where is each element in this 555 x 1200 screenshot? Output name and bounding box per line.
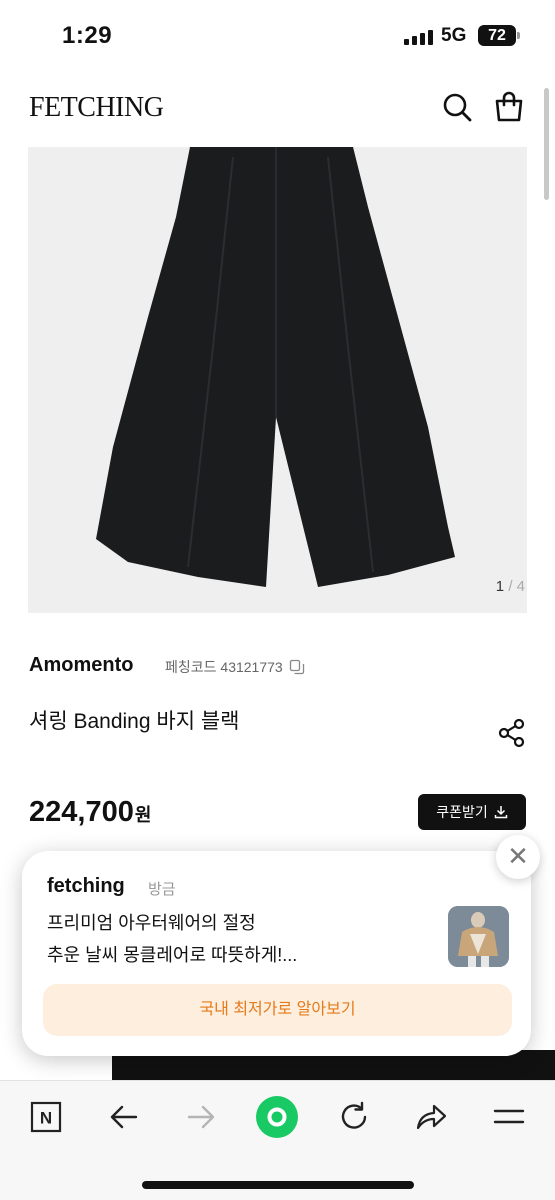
- share-icon: [498, 718, 525, 748]
- back-button[interactable]: [104, 1097, 144, 1137]
- share-arrow-icon: [416, 1104, 447, 1130]
- share-button[interactable]: [495, 716, 529, 750]
- naver-n-label: N: [40, 1109, 52, 1128]
- product-title: 셔링 Banding 바지 블랙: [29, 710, 240, 733]
- coupon-label: 쿠폰받기: [436, 804, 488, 820]
- push-notification-card[interactable]: fetching 방금 프리미엄 아우터웨어의 절정 추운 날씨 몽클레어로 따…: [22, 851, 531, 1056]
- product-image-carousel[interactable]: 1 / 4: [28, 147, 527, 613]
- price-currency: 원: [134, 805, 152, 825]
- home-indicator: [142, 1181, 414, 1189]
- status-bar: 1:29 5G 72: [0, 0, 555, 78]
- notification-close-button[interactable]: ✕: [496, 835, 540, 879]
- notification-cta-button[interactable]: 국내 최저가로 알아보기: [43, 984, 512, 1036]
- refresh-icon: [341, 1101, 367, 1129]
- share-page-button[interactable]: [411, 1097, 451, 1137]
- search-icon: [443, 93, 472, 122]
- forward-arrow-icon: [187, 1105, 215, 1129]
- download-icon: [494, 806, 508, 819]
- brand-name[interactable]: Amomento: [29, 654, 133, 677]
- image-counter: 1 / 4: [496, 578, 525, 595]
- notification-headline: 프리미엄 아우터웨어의 절정: [47, 913, 256, 933]
- product-code-label: 페칭코드 43121773: [165, 659, 283, 675]
- naver-home-button[interactable]: N: [26, 1097, 66, 1137]
- notification-app-name: fetching: [47, 875, 125, 897]
- product-pants-image: [96, 147, 455, 587]
- refresh-button[interactable]: [334, 1097, 374, 1137]
- coupon-button[interactable]: 쿠폰받기: [418, 794, 526, 830]
- naver-n-icon: N: [30, 1101, 62, 1133]
- cart-button[interactable]: [492, 90, 526, 124]
- notification-thumbnail: [448, 906, 509, 967]
- product-price: 224,700원: [29, 796, 151, 829]
- green-home-icon: [256, 1096, 298, 1138]
- status-time: 1:29: [62, 22, 113, 49]
- signal-icon: [404, 29, 433, 45]
- forward-button[interactable]: [181, 1097, 221, 1137]
- menu-button[interactable]: [489, 1097, 529, 1137]
- shopping-bag-icon: [495, 91, 523, 122]
- menu-icon: [493, 1109, 525, 1124]
- green-home-button[interactable]: [255, 1095, 299, 1139]
- image-counter-separator: /: [508, 578, 513, 595]
- image-counter-total: 4: [516, 578, 525, 595]
- product-code[interactable]: 페칭코드 43121773: [165, 657, 305, 677]
- copy-icon: [289, 659, 304, 675]
- browser-toolbar: N: [0, 1080, 555, 1200]
- image-counter-current: 1: [495, 578, 505, 595]
- back-arrow-icon: [110, 1105, 138, 1129]
- battery-icon: 72: [478, 25, 520, 46]
- notification-time: 방금: [148, 881, 176, 898]
- fetching-logo[interactable]: FETCHING: [29, 92, 164, 124]
- notification-body: 추운 날씨 몽클레어로 따뜻하게!...: [47, 945, 298, 965]
- page-scrollbar[interactable]: [544, 88, 549, 200]
- network-label: 5G: [441, 25, 467, 46]
- search-button[interactable]: [440, 90, 474, 124]
- price-value: 224,700: [29, 796, 134, 828]
